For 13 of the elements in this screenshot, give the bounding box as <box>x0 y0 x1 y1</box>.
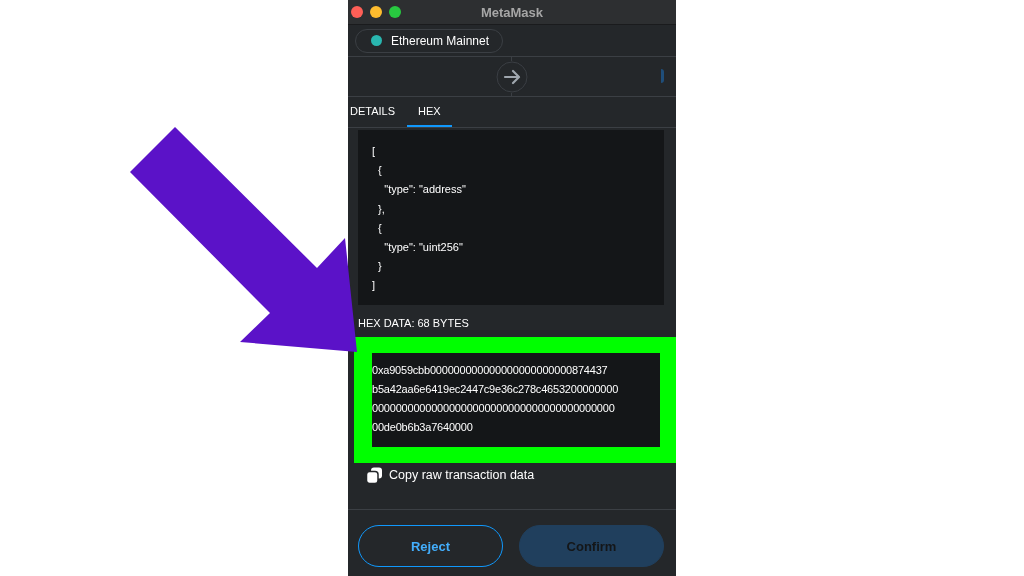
window-title: MetaMask <box>480 4 544 20</box>
minimize-button[interactable] <box>370 6 382 18</box>
scroll-indicator <box>661 69 664 83</box>
close-button[interactable] <box>351 6 363 18</box>
tab[interactable]: DETAILS <box>348 97 408 127</box>
zoom-button[interactable] <box>389 6 401 18</box>
tab[interactable]: HEX <box>407 97 452 127</box>
hex-data-field: 0xa9059cbb000000000000000000000000874437 b5a42aa6e6419ec2447c9e36c278c4653200000000 00000000000000000000000000000000000000000 00de0b6b3a7640000 <box>372 353 660 447</box>
copy-icon[interactable] <box>366 466 383 484</box>
abi-code: [ { "type": "address" }, { "type": "uint256" } ] <box>372 144 467 294</box>
hex-data-label: HEX DATA: 68 BYTES <box>357 316 470 331</box>
arrow-right-icon <box>496 60 528 93</box>
copy-raw-data-link[interactable]: Copy raw transaction data <box>389 468 535 482</box>
